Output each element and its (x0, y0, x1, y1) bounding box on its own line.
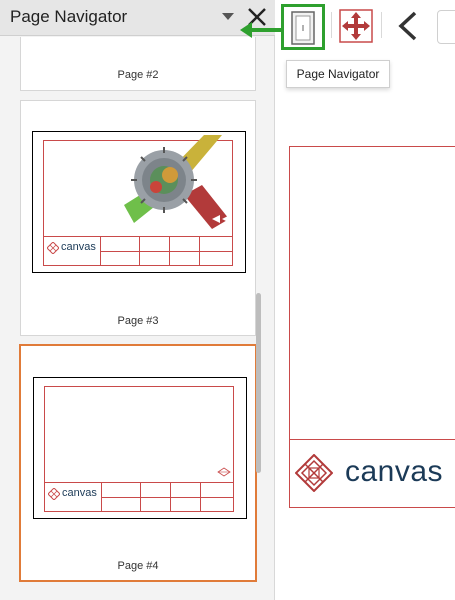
page-card-4[interactable]: canvas Page #4 (19, 344, 257, 582)
tooltip: Page Navigator (286, 60, 390, 88)
title-block-line (45, 482, 233, 483)
page-number-field[interactable] (437, 10, 455, 44)
title-block-line (290, 439, 455, 440)
document-logo-text: canvas (345, 455, 444, 488)
page-navigator-button[interactable] (281, 4, 325, 50)
scrollbar-thumb[interactable] (256, 293, 261, 473)
title-block-line (101, 497, 233, 498)
app-root: Page Navigator Page #2 canvas Page #3 ca… (0, 0, 455, 600)
page-label: Page #4 (117, 560, 159, 572)
toolbar-separator (381, 12, 382, 38)
projection-symbol-icon (217, 467, 231, 477)
page-label: Page #2 (117, 69, 159, 81)
drawing-border: canvas (43, 135, 233, 266)
annotation-arrow-icon (240, 22, 282, 38)
chevron-down-icon[interactable] (222, 13, 234, 20)
fit-page-icon[interactable] (339, 9, 373, 43)
title-block-line (100, 251, 232, 252)
title-block-line (44, 236, 232, 237)
drawing-border: canvas (44, 386, 234, 512)
page-thumbnail: canvas (32, 131, 246, 273)
page-thumbnail-list[interactable]: Page #2 canvas Page #3 canvas Page #4 (8, 37, 266, 600)
document-page[interactable]: canvas (289, 146, 455, 508)
panel-title: Page Navigator (10, 7, 128, 26)
canvas-logo-icon (48, 488, 60, 500)
page-label: Page #3 (117, 315, 159, 327)
page-navigator-icon (291, 11, 315, 45)
toolbar-separator (331, 12, 332, 38)
panel-header: Page Navigator (0, 0, 275, 36)
thumbnail-logo-text: canvas (61, 241, 96, 253)
page-card-3[interactable]: canvas Page #3 (20, 100, 256, 336)
gear-assembly-image (124, 135, 230, 229)
canvas-logo-icon (295, 454, 333, 492)
previous-page-icon[interactable] (395, 10, 421, 42)
thumbnail-logo-text: canvas (62, 487, 97, 499)
page-card-2[interactable]: Page #2 (20, 37, 256, 91)
page-thumbnail: canvas (33, 377, 247, 519)
page-navigator-panel: Page Navigator Page #2 canvas Page #3 ca… (0, 0, 275, 600)
canvas-logo-icon (47, 242, 59, 254)
